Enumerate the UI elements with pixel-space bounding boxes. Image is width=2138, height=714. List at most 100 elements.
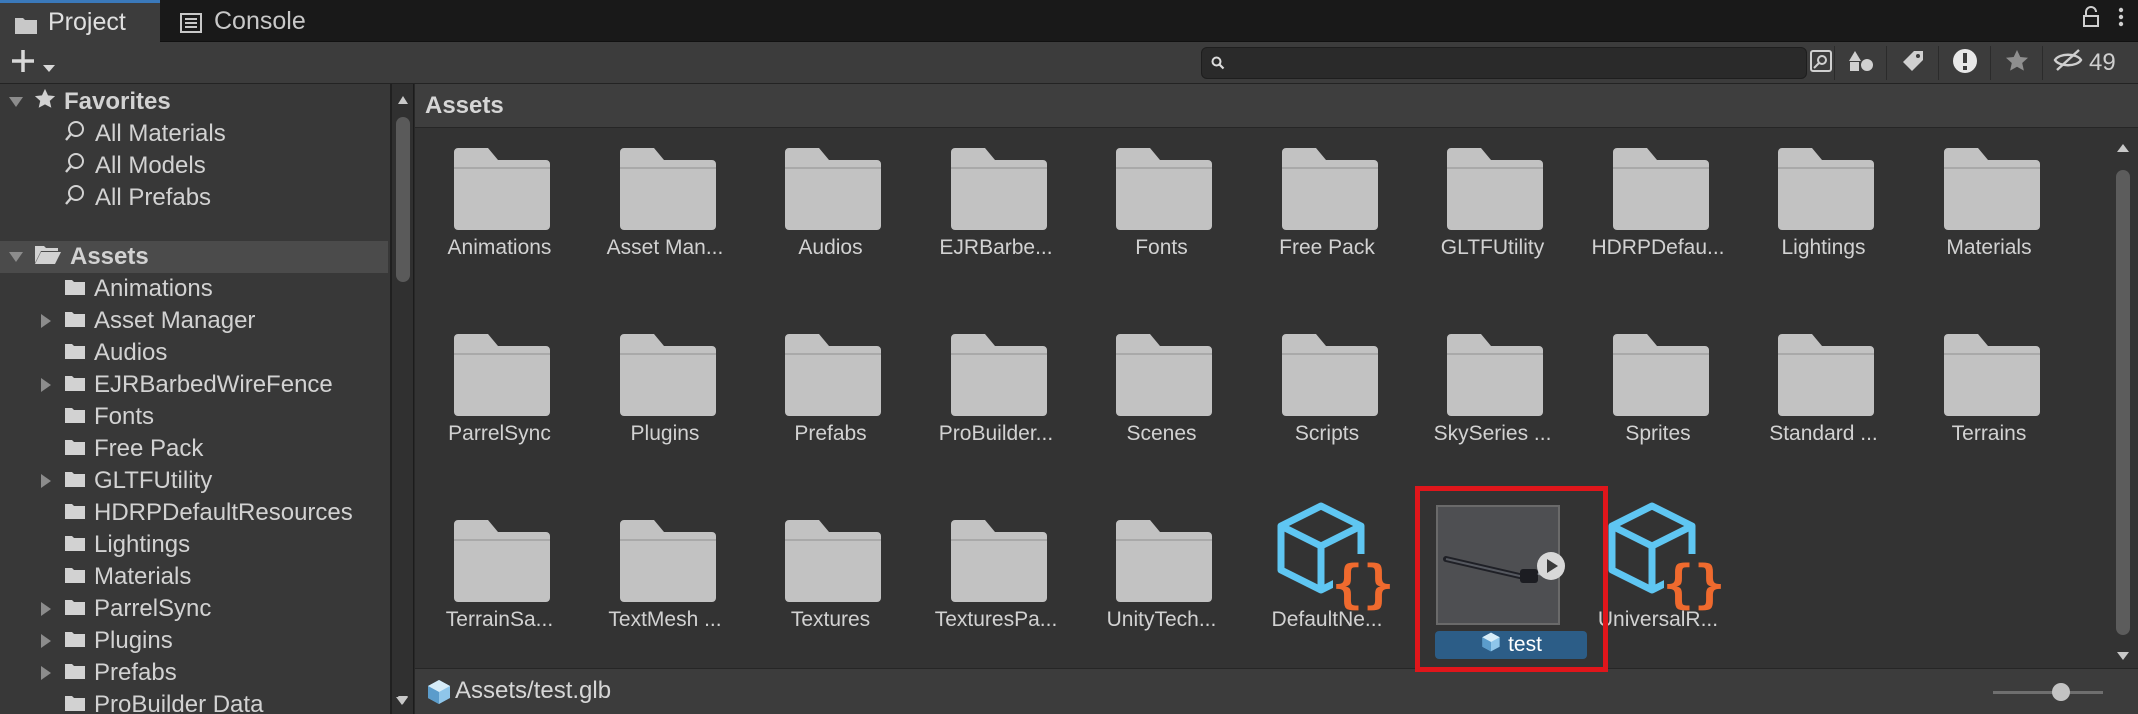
folder-icon [1612, 146, 1709, 230]
expanded-arrow-icon[interactable] [6, 247, 26, 267]
breadcrumb-assets[interactable]: Assets [425, 92, 504, 120]
asset-folder-fonts[interactable]: Fonts [1079, 128, 1229, 288]
collapsed-arrow-icon[interactable] [36, 471, 56, 491]
asset-folder-ejrbarbe[interactable]: EJRBarbe... [914, 128, 1064, 288]
sidebar-item-animations[interactable]: Animations [0, 273, 388, 305]
asset-folder-terrainsa[interactable]: TerrainSa... [417, 500, 567, 660]
sidebar-item-hdrpdefaultresources[interactable]: HDRPDefaultResources [0, 497, 388, 529]
collapsed-arrow-icon[interactable] [36, 311, 56, 331]
sidebar-item-ejrbarbedwirefence[interactable]: EJRBarbedWireFence [0, 369, 388, 401]
favorite-item-all-models[interactable]: All Models [0, 150, 388, 182]
asset-folder-texturespa[interactable]: TexturesPa... [914, 500, 1064, 660]
folder-icon [619, 518, 716, 602]
asset-folder-scripts[interactable]: Scripts [1245, 314, 1395, 474]
asset-folder-standard[interactable]: Standard ... [1741, 314, 1891, 474]
sidebar-item-prefabs[interactable]: Prefabs [0, 657, 388, 689]
create-button[interactable] [10, 46, 56, 80]
play-icon[interactable] [1536, 551, 1566, 586]
sidebar-item-free-pack[interactable]: Free Pack [0, 433, 388, 465]
asset-folder-textures[interactable]: Textures [748, 500, 898, 660]
sidebar-item-probuilder-data[interactable]: ProBuilder Data [0, 689, 388, 714]
asset-grid-scrollbar[interactable] [2105, 128, 2138, 668]
asset-folder-terrains[interactable]: Terrains [1907, 314, 2057, 474]
asset-folder-sprites[interactable]: Sprites [1576, 314, 1726, 474]
hidden-packages-toggle[interactable]: 49 [2042, 46, 2122, 80]
asset-folder-free-pack[interactable]: Free Pack [1245, 128, 1395, 288]
folder-icon [950, 146, 1047, 230]
sidebar-scroll-thumb[interactable] [396, 117, 410, 282]
asset-folder-gltfutility[interactable]: GLTFUtility [1410, 128, 1560, 288]
asset-folder-probuilder[interactable]: ProBuilder... [914, 314, 1064, 474]
asset-label: Free Pack [1279, 236, 1375, 259]
toolbar-filter-buttons: 49 [1808, 46, 2122, 80]
asset-folder-audios[interactable]: Audios [748, 128, 898, 288]
tab-project[interactable]: Project [0, 0, 160, 42]
sidebar-item-label: ProBuilder Data [94, 691, 264, 714]
save-search-button[interactable] [1990, 46, 2042, 80]
asset-model-test[interactable]: test [1415, 486, 1608, 672]
asset-folder-lightings[interactable]: Lightings [1741, 128, 1891, 288]
favorite-item-label: All Prefabs [95, 184, 212, 211]
collapsed-arrow-icon[interactable] [36, 375, 56, 395]
lock-icon[interactable] [2082, 6, 2100, 34]
asset-file-defaultne[interactable]: {} DefaultNe... [1245, 500, 1395, 660]
filter-by-log-type-button[interactable] [1938, 46, 1990, 80]
asset-folder-scenes[interactable]: Scenes [1079, 314, 1229, 474]
tree-assets[interactable]: Assets [0, 241, 388, 273]
collapse-arrow-icon[interactable] [395, 685, 409, 713]
sidebar-item-plugins[interactable]: Plugins [0, 625, 388, 657]
sidebar-item-parrelsync[interactable]: ParrelSync [0, 593, 388, 625]
collapsed-arrow-icon[interactable] [36, 663, 56, 683]
folder-icon [64, 691, 86, 714]
asset-folder-parrelsync[interactable]: ParrelSync [417, 314, 567, 474]
sidebar-item-lightings[interactable]: Lightings [0, 529, 388, 561]
more-options-icon[interactable] [2118, 6, 2124, 34]
tree-favorites[interactable]: Favorites [0, 86, 388, 118]
asset-grid-scroll-thumb[interactable] [2116, 170, 2130, 635]
search-in-window-button[interactable] [1808, 46, 1834, 80]
sidebar-item-label: Free Pack [94, 435, 204, 462]
sidebar-item-asset-manager[interactable]: Asset Manager [0, 305, 388, 337]
shapes-icon [1848, 49, 1874, 78]
asset-folder-skyseries[interactable]: SkySeries ... [1410, 314, 1560, 474]
sidebar-item-fonts[interactable]: Fonts [0, 401, 388, 433]
sidebar-item-gltfutility[interactable]: GLTFUtility [0, 465, 388, 497]
collapsed-arrow-icon[interactable] [36, 631, 56, 651]
tab-console-label: Console [214, 6, 306, 35]
asset-label: Asset Man... [606, 236, 724, 259]
folder-icon [1116, 332, 1212, 416]
folder-icon [64, 531, 86, 559]
scroll-up-arrow-icon[interactable] [2116, 140, 2130, 158]
asset-folder-animations[interactable]: Animations [417, 128, 567, 288]
sidebar-scrollbar[interactable] [392, 84, 414, 714]
filter-by-type-button[interactable] [1834, 46, 1886, 80]
asset-folder-materials[interactable]: Materials [1907, 128, 2057, 288]
asset-folder-unitytech[interactable]: UnityTech... [1079, 500, 1229, 660]
favorite-item-label: All Materials [95, 120, 226, 147]
zoom-slider[interactable] [1993, 691, 2103, 694]
sidebar-item-audios[interactable]: Audios [0, 337, 388, 369]
asset-folder-prefabs[interactable]: Prefabs [748, 314, 898, 474]
filter-by-label-button[interactable] [1886, 46, 1938, 80]
scroll-up-arrow-icon[interactable] [397, 92, 409, 110]
scroll-down-arrow-icon[interactable] [2116, 648, 2130, 666]
search-input[interactable] [1232, 50, 1792, 76]
expanded-arrow-icon[interactable] [6, 92, 26, 112]
project-toolbar: 49 [0, 42, 2138, 84]
favorite-item-all-materials[interactable]: All Materials [0, 118, 388, 150]
asset-folder-hdrpdefau[interactable]: HDRPDefau... [1576, 128, 1726, 288]
tab-console[interactable]: Console [176, 0, 356, 42]
window-tab-bar: Project Console [0, 0, 2138, 42]
asset-label: DefaultNe... [1271, 608, 1383, 631]
collapsed-arrow-icon[interactable] [36, 599, 56, 619]
sidebar-item-materials[interactable]: Materials [0, 561, 388, 593]
zoom-slider-handle[interactable] [2052, 683, 2071, 701]
asset-folder-asset-man[interactable]: Asset Man... [583, 128, 733, 288]
folder-icon [454, 518, 550, 602]
favorite-item-all-prefabs[interactable]: All Prefabs [0, 182, 388, 214]
asset-folder-plugins[interactable]: Plugins [583, 314, 733, 474]
star-icon [2005, 49, 2029, 78]
asset-folder-textmesh[interactable]: TextMesh ... [583, 500, 733, 660]
search-field[interactable] [1201, 47, 1807, 79]
sidebar-item-label: ParrelSync [94, 595, 212, 622]
